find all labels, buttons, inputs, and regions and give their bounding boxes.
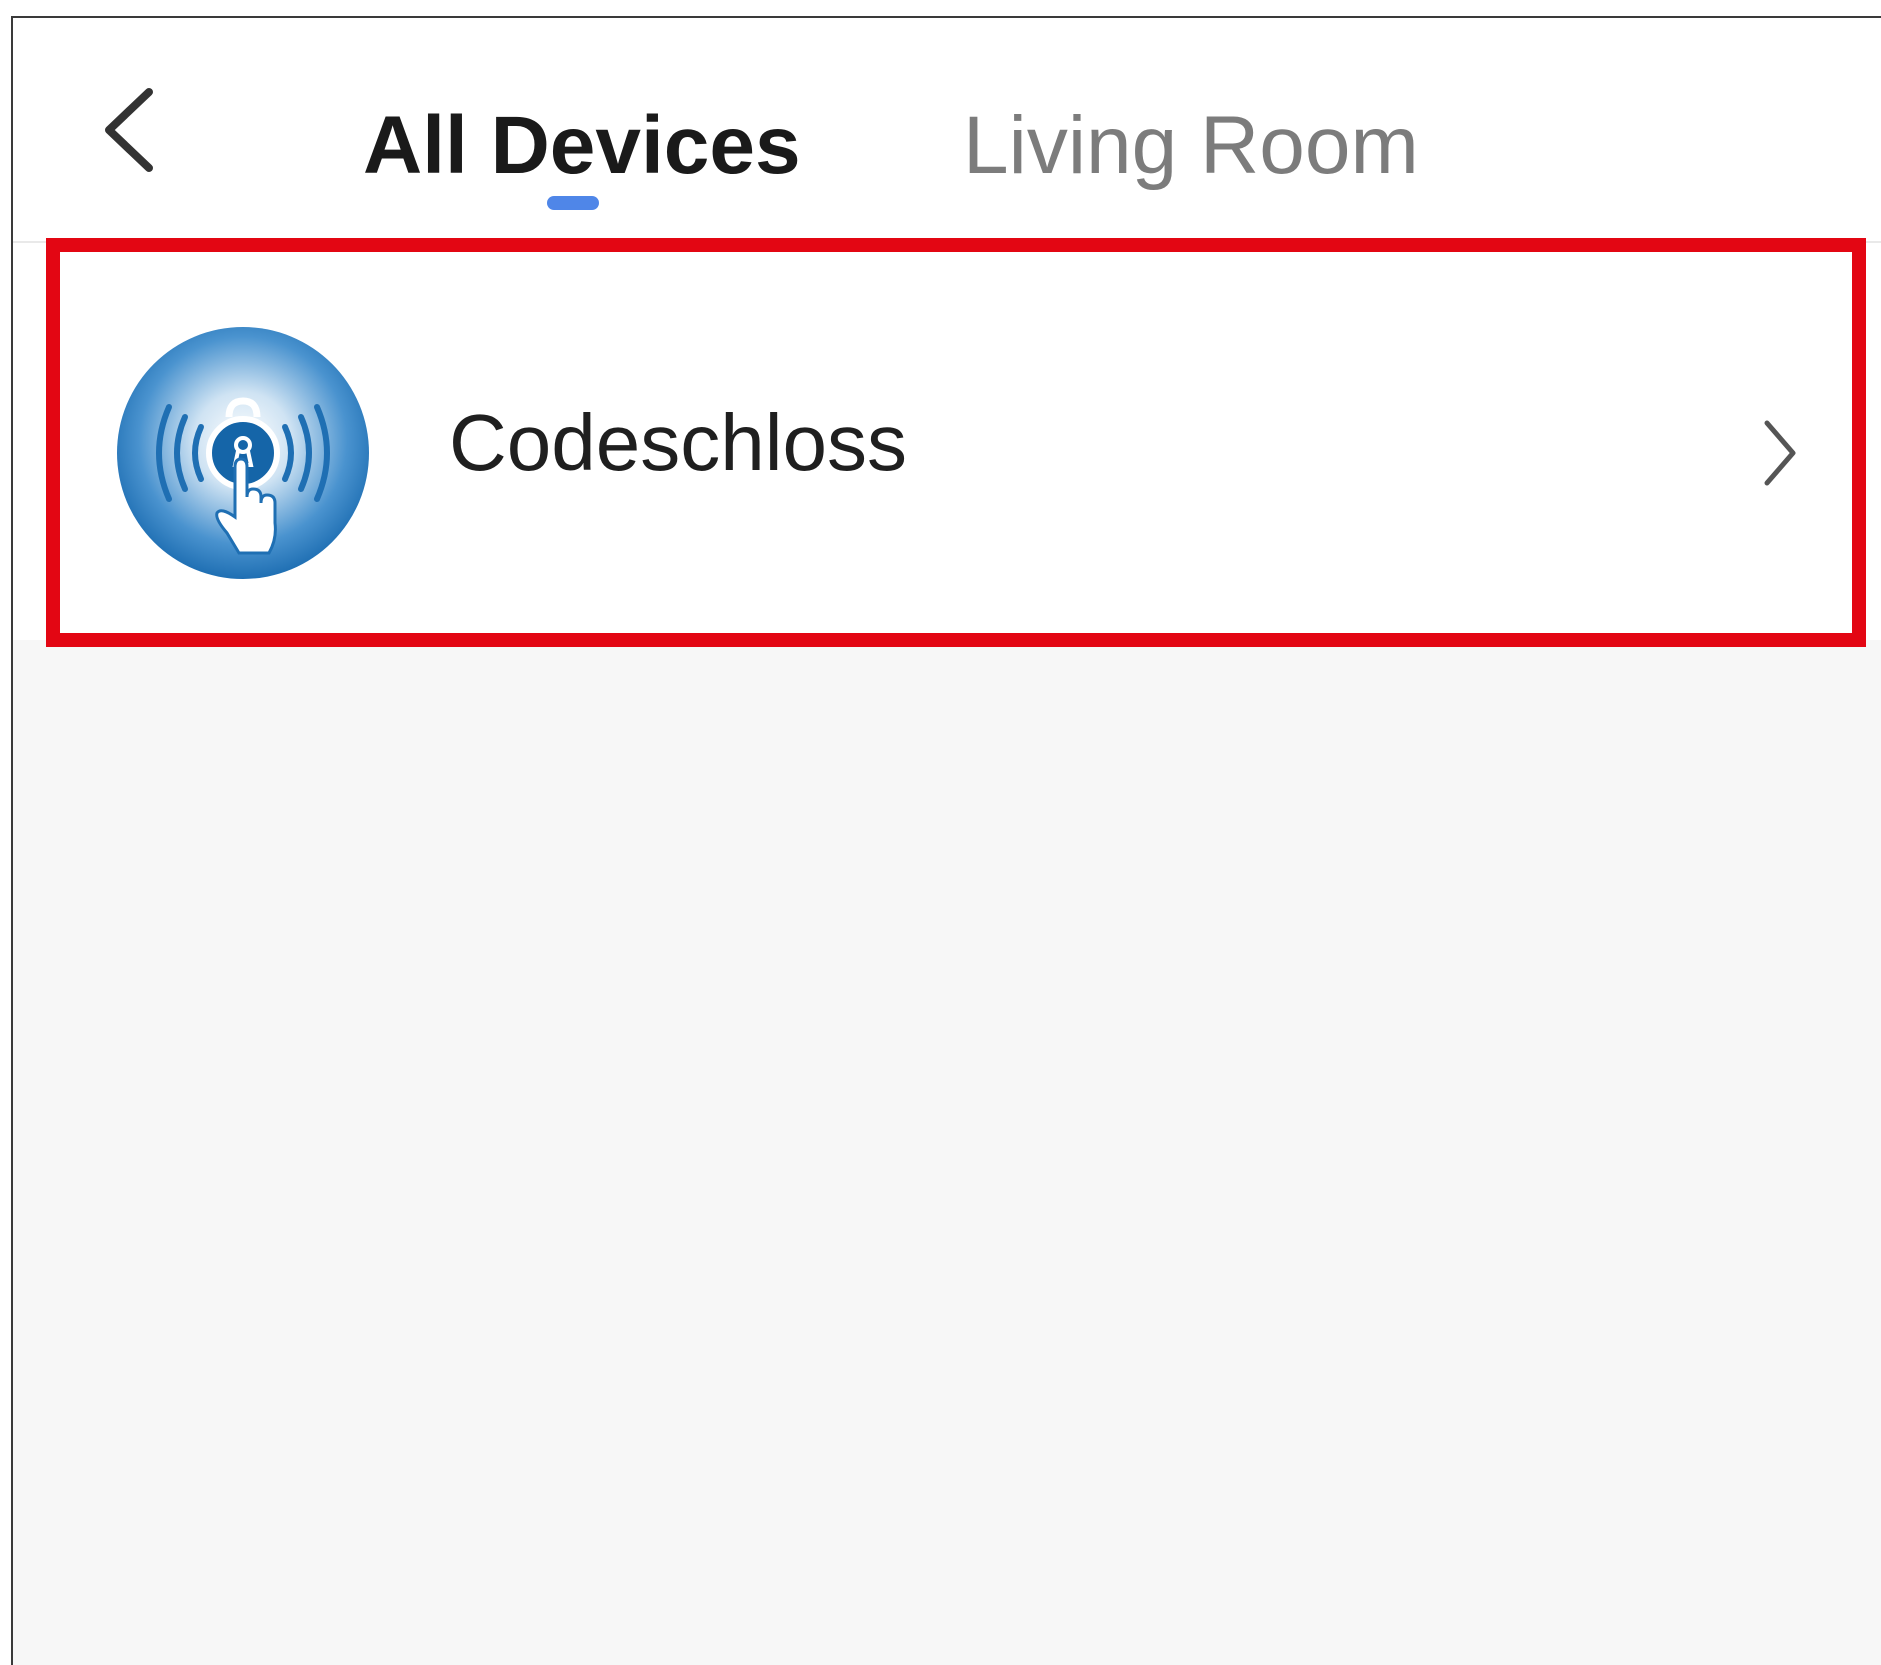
- header-bar: All Devices Living Room: [13, 18, 1881, 243]
- code-lock-icon: [117, 327, 369, 579]
- tab-label: Living Room: [963, 100, 1419, 191]
- device-list: Codeschloss: [13, 243, 1881, 1665]
- tab-living-room[interactable]: Living Room: [963, 96, 1419, 196]
- chevron-left-icon: [105, 88, 153, 172]
- screenshot-stage: All Devices Living Room Codeschloss: [0, 0, 1881, 1665]
- app-window: All Devices Living Room Codeschloss: [11, 16, 1881, 1665]
- back-button[interactable]: [93, 80, 173, 180]
- chevron-right-icon: [1753, 413, 1803, 493]
- list-item[interactable]: Codeschloss: [13, 243, 1881, 640]
- active-tab-indicator: [547, 196, 599, 210]
- tab-label: All Devices: [363, 100, 801, 191]
- device-name: Codeschloss: [449, 398, 908, 487]
- tab-all-devices[interactable]: All Devices: [363, 96, 801, 196]
